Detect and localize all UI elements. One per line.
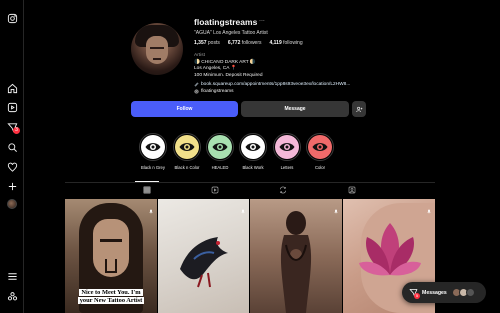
- link-icon: [194, 82, 199, 87]
- bio-line: 100 Minimum. Deposit Required: [194, 72, 263, 78]
- tabs-divider: [65, 182, 435, 183]
- story-highlight[interactable]: Black n Color: [172, 133, 202, 170]
- post-tile[interactable]: [158, 199, 249, 313]
- highlight-ring: [206, 133, 234, 161]
- more-options-icon[interactable]: ...: [259, 16, 265, 23]
- heart-icon[interactable]: [6, 161, 18, 173]
- tab-reels[interactable]: [210, 186, 220, 194]
- highlight-cover: [308, 135, 332, 159]
- create-plus-icon[interactable]: [6, 180, 18, 192]
- add-user-icon: [355, 106, 362, 112]
- tab-tagged[interactable]: [347, 186, 357, 194]
- story-highlight[interactable]: HEALED: [205, 133, 235, 170]
- messages-button[interactable]: 5 Messages: [402, 282, 486, 303]
- pinned-icon: [426, 202, 432, 215]
- followers-stat[interactable]: 6,772 followers: [228, 40, 262, 46]
- highlight-cover: [275, 135, 299, 159]
- pinned-icon: [333, 202, 339, 215]
- story-highlight[interactable]: Black n Grey: [138, 133, 168, 170]
- profile-website-link[interactable]: book.squareup.com/appointments/1pp8s93ve…: [194, 82, 350, 87]
- lotus-tattoo-image: [359, 223, 421, 276]
- figure-tattoo-image: [280, 211, 312, 313]
- all-seeing-eye-icon: [312, 143, 328, 151]
- all-seeing-eye-icon: [279, 143, 295, 151]
- suggested-users-button[interactable]: [352, 101, 366, 117]
- repost-icon: [280, 186, 286, 194]
- highlight-ring: [173, 133, 201, 161]
- instagram-logo-icon[interactable]: [6, 12, 18, 24]
- highlight-ring: [306, 133, 334, 161]
- posts-stat: 1,357 posts: [194, 40, 220, 46]
- grid-icon: [143, 186, 151, 194]
- profile-tagline: "AGUA" Los Angeles Tattoo Artist: [194, 30, 268, 36]
- threads-icon: [194, 89, 199, 94]
- left-nav-rail: 3: [0, 0, 24, 313]
- post-caption: Nice to Meet You. I'm your New Tattoo Ar…: [77, 289, 145, 304]
- all-seeing-eye-icon: [179, 143, 195, 151]
- reels-icon[interactable]: [6, 101, 18, 113]
- highlight-cover: [141, 135, 165, 159]
- all-seeing-eye-icon: [245, 143, 261, 151]
- tagged-icon: [348, 186, 356, 194]
- post-tile[interactable]: [250, 199, 342, 313]
- follow-button[interactable]: Follow: [131, 101, 238, 117]
- highlight-ring: [239, 133, 267, 161]
- messages-badge: 5: [414, 293, 420, 299]
- story-highlight[interactable]: Letters: [272, 133, 302, 170]
- highlight-cover: [175, 135, 199, 159]
- all-seeing-eye-icon: [145, 143, 161, 151]
- tab-active-indicator: [135, 181, 159, 182]
- story-highlight[interactable]: Color: [305, 133, 335, 170]
- search-icon[interactable]: [6, 141, 18, 153]
- conversation-avatar: [466, 288, 475, 297]
- story-highlight[interactable]: Black Work: [238, 133, 268, 170]
- reels-tab-icon: [211, 186, 219, 194]
- profile-avatar-icon[interactable]: [7, 199, 17, 209]
- following-stat[interactable]: 4,119 following: [270, 40, 303, 46]
- notifications-badge: 3: [13, 127, 20, 134]
- tab-reposts[interactable]: [278, 186, 288, 194]
- menu-hamburger-icon[interactable]: [6, 270, 18, 282]
- profile-stats: 1,357 posts 6,772 followers 4,119 follow…: [194, 40, 303, 46]
- highlight-cover: [208, 135, 232, 159]
- profile-bio: Artist 🌓 CHICANO DARK ART 🌗 Los Angeles,…: [194, 53, 263, 79]
- more-apps-icon[interactable]: [6, 290, 18, 302]
- tab-posts[interactable]: [142, 186, 152, 194]
- highlight-label: Color: [314, 165, 325, 170]
- message-button[interactable]: Message: [241, 101, 349, 117]
- home-icon[interactable]: [6, 82, 18, 94]
- highlight-ring: [139, 133, 167, 161]
- threads-link[interactable]: floatingstreams: [194, 89, 234, 94]
- pinned-icon: [148, 202, 154, 215]
- profile-username: floatingstreams: [194, 17, 258, 27]
- messages-label: Messages: [422, 289, 447, 296]
- raven-tattoo-image: [180, 237, 228, 288]
- pinned-icon: [240, 202, 246, 215]
- profile-avatar[interactable]: [131, 23, 183, 75]
- highlight-ring: [273, 133, 301, 161]
- all-seeing-eye-icon: [212, 143, 228, 151]
- highlight-cover: [241, 135, 265, 159]
- post-tile[interactable]: Nice to Meet You. I'm your New Tattoo Ar…: [65, 199, 157, 313]
